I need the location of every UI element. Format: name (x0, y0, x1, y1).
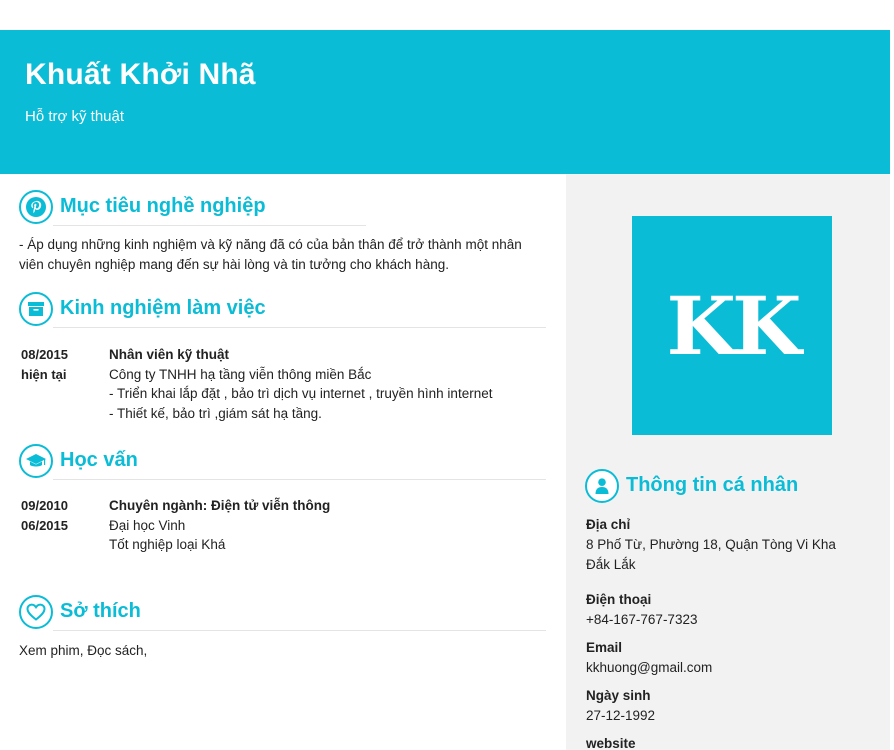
section-title: Sở thích (60, 600, 141, 622)
candidate-name: Khuất Khởi Nhã (25, 58, 256, 91)
archive-box-icon (19, 292, 53, 326)
personal-website: website (586, 734, 876, 750)
date-from: 09/2010 (21, 498, 68, 513)
section-experience-header: Kinh nghiệm làm việc (19, 292, 546, 328)
section-divider (53, 327, 546, 328)
date-to: hiện tại (21, 367, 67, 382)
personal-dob: Ngày sinh 27-12-1992 (586, 686, 876, 726)
section-personal-header: Thông tin cá nhân (585, 469, 885, 505)
section-objective-header: Mục tiêu nghề nghiệp (19, 190, 546, 226)
section-title: Học vấn (60, 449, 138, 471)
heart-icon (19, 595, 53, 629)
education-major: Chuyên ngành: Điện tử viễn thông (109, 498, 331, 513)
phone-value: +84-167-767-7323 (586, 612, 698, 627)
dob-value: 27-12-1992 (586, 708, 656, 723)
personal-email: Email kkhuong@gmail.com (586, 638, 876, 678)
personal-phone: Điện thoại +84-167-767-7323 (586, 590, 876, 630)
section-title: Kinh nghiệm làm việc (60, 297, 266, 319)
personal-address: Địa chỉ 8 Phố Từ, Phường 18, Quận Tòng V… (586, 515, 876, 575)
job-detail: - Thiết kế, bảo trì ,giám sát hạ tầng. (109, 405, 322, 421)
user-icon (585, 469, 619, 503)
pinterest-icon (19, 190, 53, 224)
school-name: Đại học Vinh (109, 517, 186, 533)
section-divider (53, 630, 546, 631)
education-dates: 09/2010 06/2015 (21, 496, 101, 536)
cv-header: Khuất Khởi Nhã Hỗ trợ kỹ thuật (0, 30, 890, 174)
section-education-header: Học vấn (19, 444, 546, 480)
candidate-role: Hỗ trợ kỹ thuật (25, 108, 125, 125)
section-divider (53, 225, 366, 226)
experience-body: Nhân viên kỹ thuật Công ty TNHH hạ tầng … (109, 345, 539, 423)
job-position: Nhân viên kỹ thuật (109, 347, 230, 362)
education-body: Chuyên ngành: Điện tử viễn thông Đại học… (109, 496, 539, 555)
job-detail: - Triển khai lắp đặt , bảo trì dịch vụ i… (109, 386, 493, 401)
phone-label: Điện thoại (586, 592, 652, 607)
address-line: 8 Phố Từ, Phường 18, Quận Tòng Vi Kha (586, 537, 836, 552)
experience-dates: 08/2015 hiện tại (21, 345, 101, 385)
sidebar-column: KK Thông tin cá nhân Địa chỉ 8 Phố Từ, P… (566, 174, 890, 750)
education-grade: Tốt nghiệp loại Khá (109, 537, 226, 552)
address-label: Địa chỉ (586, 517, 631, 532)
date-to: 06/2015 (21, 518, 68, 533)
section-hobbies-header: Sở thích (19, 595, 546, 631)
objective-text: - Áp dụng những kinh nghiệm và kỹ năng đ… (19, 237, 522, 272)
hobbies-text: Xem phim, Đọc sách, (19, 643, 148, 658)
section-title: Mục tiêu nghề nghiệp (60, 195, 266, 217)
website-label: website (586, 736, 636, 750)
education-item: 09/2010 06/2015 Chuyên ngành: Điện tử vi… (21, 496, 541, 556)
section-title: Thông tin cá nhân (626, 474, 799, 496)
dob-label: Ngày sinh (586, 688, 651, 703)
main-column: Mục tiêu nghề nghiệp - Áp dụng những kin… (0, 174, 566, 750)
email-label: Email (586, 640, 623, 655)
graduation-cap-icon (19, 444, 53, 478)
date-from: 08/2015 (21, 347, 68, 362)
company-name: Công ty TNHH hạ tầng viễn thông miền Bắc (109, 366, 372, 382)
section-divider (53, 479, 546, 480)
email-value: kkhuong@gmail.com (586, 660, 713, 675)
experience-item: 08/2015 hiện tại Nhân viên kỹ thuật Công… (21, 345, 541, 425)
address-line: Đắk Lắk (586, 557, 636, 572)
avatar-initials: KK (666, 278, 801, 373)
avatar: KK (632, 216, 832, 435)
